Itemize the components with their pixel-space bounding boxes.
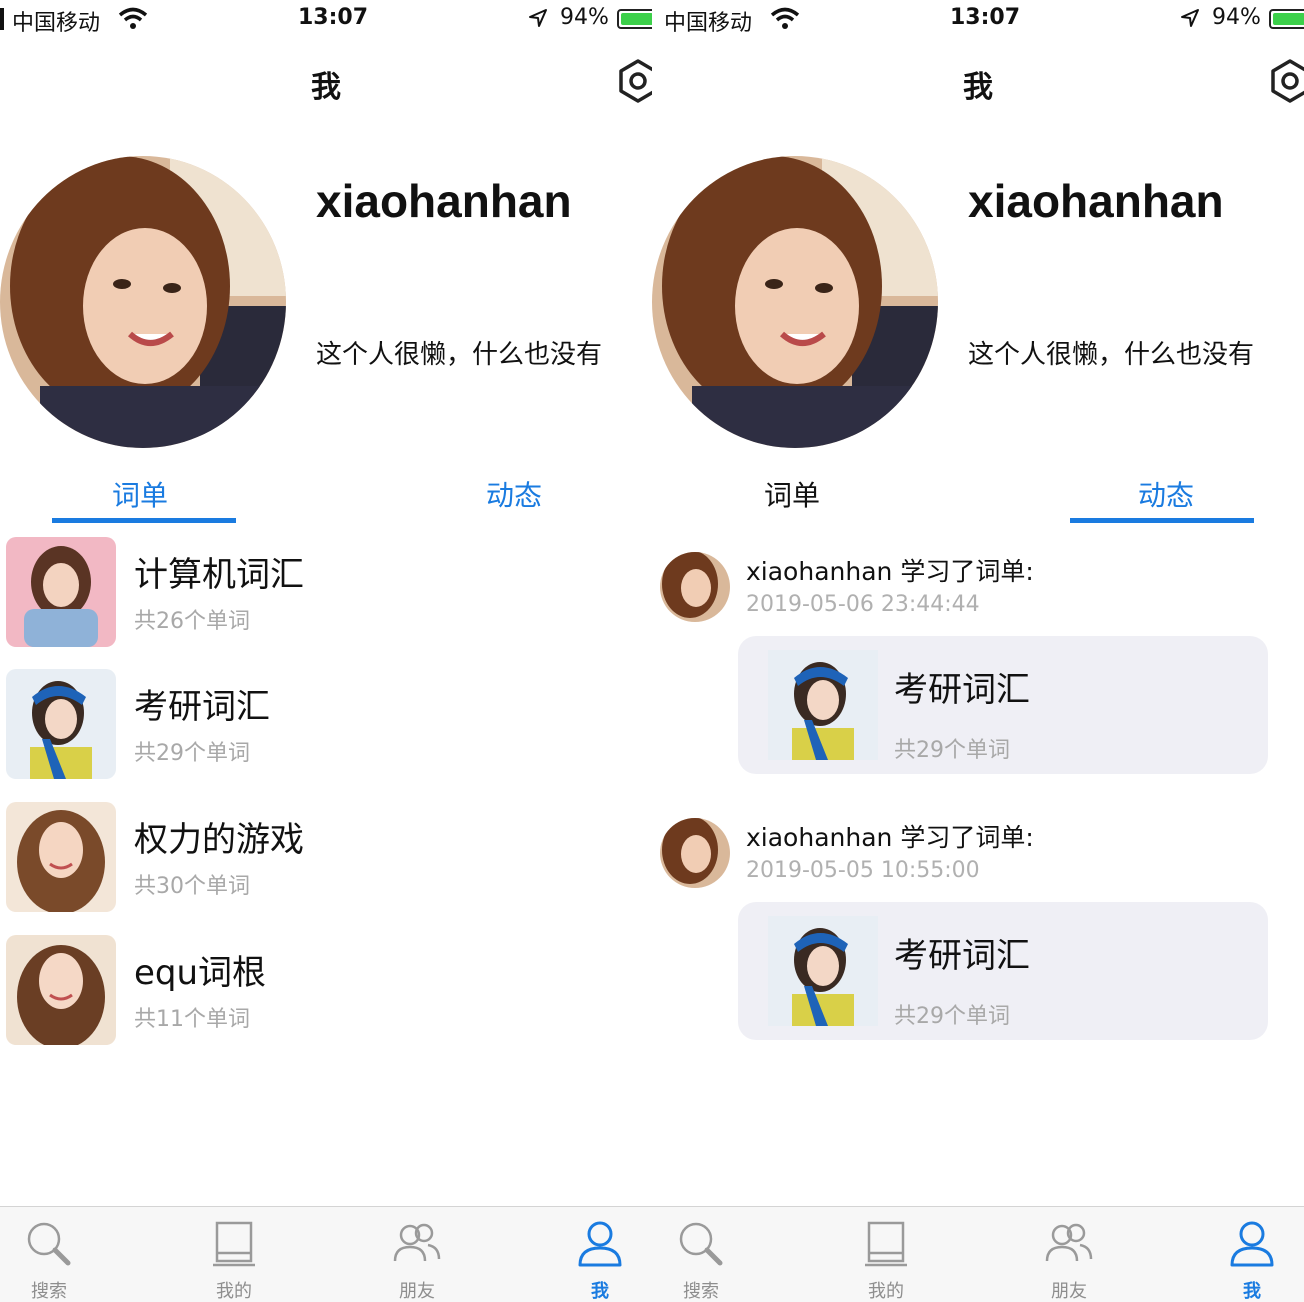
activity-time: 2019-05-06 23:44:44	[746, 592, 980, 617]
tab-active-indicator	[52, 518, 236, 523]
book-icon	[865, 1221, 907, 1267]
battery-percent: 94%	[1212, 5, 1261, 30]
wordlist-count: 共26个单词	[134, 609, 250, 634]
tabbar-friends-label: 朋友	[399, 1281, 435, 1302]
tabbar-search[interactable]: 搜索	[652, 1207, 756, 1302]
wordlist-title: equ词根	[134, 953, 267, 993]
clock: 13:07	[950, 5, 1021, 30]
tabbar-mine[interactable]: 我的	[179, 1207, 289, 1302]
wordlist-title: 考研词汇	[134, 687, 270, 727]
screen-wordlists: 中国移动 13:07 94% 我 xiaohanhan 这个人很懒，什么也没有 …	[0, 0, 652, 1302]
settings-gear-icon[interactable]	[1268, 58, 1304, 104]
tab-activity[interactable]: 动态	[1074, 474, 1258, 514]
profile-username: xiaohanhan	[316, 175, 572, 227]
user-icon	[578, 1221, 622, 1267]
wordlist-cover	[6, 935, 116, 1045]
carrier-label: 中国移动	[12, 11, 101, 36]
activity-card-title: 考研词汇	[894, 670, 1030, 710]
tab-bar: 搜索 我的 朋友 我	[652, 1206, 1304, 1302]
tabbar-me-label: 我	[591, 1281, 609, 1302]
friends-icon	[393, 1223, 441, 1262]
status-bar: 中国移动 13:07 94%	[0, 0, 652, 40]
activity-time: 2019-05-05 10:55:00	[746, 858, 980, 883]
wordlist-cover	[768, 916, 878, 1026]
wordlist-cover	[6, 537, 116, 647]
settings-gear-icon[interactable]	[616, 58, 652, 104]
tabbar-search-label: 搜索	[31, 1281, 67, 1302]
search-icon	[679, 1222, 723, 1266]
status-bar: 中国移动 13:07 94%	[652, 0, 1304, 40]
tabbar-me[interactable]: 我	[545, 1207, 652, 1302]
friends-icon	[1045, 1223, 1093, 1262]
carrier-label: 中国移动	[664, 11, 753, 36]
wifi-icon	[118, 7, 148, 29]
user-icon	[1230, 1221, 1274, 1267]
tabbar-friends-label: 朋友	[1051, 1281, 1087, 1302]
tab-wordlists[interactable]: 词单	[48, 474, 232, 514]
activity-card-title: 考研词汇	[894, 936, 1030, 976]
wordlist-count: 共11个单词	[134, 1007, 250, 1032]
profile-bio: 这个人很懒，什么也没有	[968, 340, 1255, 370]
wordlist-item[interactable]: 计算机词汇 共26个单词	[6, 537, 646, 649]
page-title: 我	[963, 70, 993, 105]
tabbar-friends[interactable]: 朋友	[1014, 1207, 1124, 1302]
battery-percent: 94%	[560, 5, 609, 30]
page-title: 我	[311, 70, 341, 105]
wifi-icon	[770, 7, 800, 29]
battery-icon	[1269, 9, 1304, 29]
tab-activity[interactable]: 动态	[422, 474, 606, 514]
screen-activity: 中国移动 13:07 94% 我 xiaohanhan 这个人很懒，什么也没有 …	[652, 0, 1304, 1302]
tabbar-me[interactable]: 我	[1197, 1207, 1304, 1302]
activity-avatar[interactable]	[660, 552, 730, 622]
activity-avatar[interactable]	[660, 818, 730, 888]
location-arrow-icon	[529, 9, 547, 27]
search-icon	[27, 1222, 71, 1266]
wordlist-item[interactable]: 考研词汇 共29个单词	[6, 669, 646, 781]
tabbar-search-label: 搜索	[683, 1281, 719, 1302]
profile-username: xiaohanhan	[968, 175, 1224, 227]
battery-icon	[617, 9, 652, 29]
profile-avatar[interactable]	[652, 156, 938, 448]
wordlist-item[interactable]: equ词根 共11个单词	[6, 935, 646, 1047]
book-icon	[213, 1221, 255, 1267]
tabbar-mine-label: 我的	[868, 1281, 904, 1302]
clock: 13:07	[298, 5, 369, 30]
wordlist-count: 共29个单词	[134, 741, 250, 766]
activity-text: xiaohanhan 学习了词单:	[746, 557, 1034, 586]
tabbar-mine[interactable]: 我的	[831, 1207, 941, 1302]
tab-wordlists[interactable]: 词单	[700, 474, 884, 514]
activity-text: xiaohanhan 学习了词单:	[746, 823, 1034, 852]
wordlist-cover	[6, 669, 116, 779]
wordlist-title: 权力的游戏	[134, 820, 304, 860]
tabbar-friends[interactable]: 朋友	[362, 1207, 472, 1302]
tabbar-search[interactable]: 搜索	[0, 1207, 104, 1302]
tab-active-indicator	[1070, 518, 1254, 523]
profile-bio: 这个人很懒，什么也没有	[316, 340, 603, 370]
activity-card-count: 共29个单词	[894, 1004, 1010, 1029]
activity-card-count: 共29个单词	[894, 738, 1010, 763]
signal-icon	[0, 8, 4, 30]
tabbar-mine-label: 我的	[216, 1281, 252, 1302]
activity-wordlist-card[interactable]: 考研词汇 共29个单词	[738, 636, 1268, 774]
wordlist-item[interactable]: 权力的游戏 共30个单词	[6, 802, 646, 914]
activity-wordlist-card[interactable]: 考研词汇 共29个单词	[738, 902, 1268, 1040]
location-arrow-icon	[1181, 9, 1199, 27]
wordlist-cover	[6, 802, 116, 912]
wordlist-cover	[768, 650, 878, 760]
tabbar-me-label: 我	[1243, 1281, 1261, 1302]
tab-bar: 搜索 我的 朋友 我	[0, 1206, 652, 1302]
wordlist-count: 共30个单词	[134, 874, 250, 899]
wordlist-title: 计算机词汇	[134, 555, 304, 595]
profile-avatar[interactable]	[0, 156, 286, 448]
